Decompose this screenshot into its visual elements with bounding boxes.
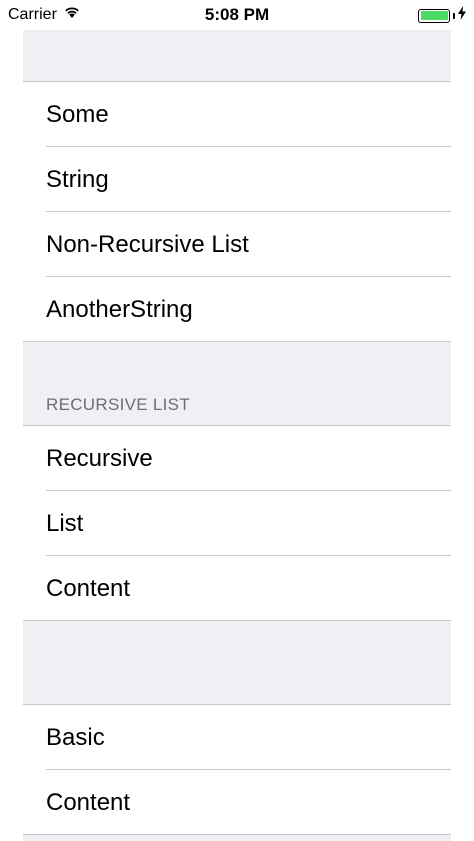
table-row[interactable]: Basic xyxy=(23,705,451,770)
battery-icon xyxy=(418,8,450,23)
grouped-table: Some String Non-Recursive List AnotherSt… xyxy=(23,30,451,841)
cell-label: List xyxy=(46,509,84,537)
table-row[interactable]: Content xyxy=(23,556,451,621)
table-row[interactable]: Recursive xyxy=(23,426,451,491)
cell-label: Content xyxy=(46,788,131,816)
table-row[interactable]: Non-Recursive List xyxy=(23,212,451,277)
cell-label: String xyxy=(46,165,109,193)
status-bar: Carrier 5:08 PM xyxy=(0,0,474,30)
section-header-title: RECURSIVE LIST xyxy=(46,395,191,414)
cell-label: Non-Recursive List xyxy=(46,230,249,258)
battery-level xyxy=(420,11,448,20)
row-separator xyxy=(23,834,451,835)
section-header-1 xyxy=(23,30,451,82)
status-right xyxy=(418,6,466,25)
battery-tip xyxy=(453,12,455,19)
cell-label: Recursive xyxy=(46,444,153,472)
table-row[interactable]: Content xyxy=(23,770,451,835)
bolt-icon xyxy=(458,6,466,25)
table-row[interactable]: AnotherString xyxy=(23,277,451,342)
cell-label: AnotherString xyxy=(46,295,193,323)
section-header-2: RECURSIVE LIST xyxy=(23,342,451,426)
table-row[interactable]: List xyxy=(23,491,451,556)
cell-label: Basic xyxy=(46,723,105,751)
cell-label: Content xyxy=(46,574,131,602)
table-row[interactable]: Some xyxy=(23,82,451,147)
section-header-3 xyxy=(23,621,451,705)
status-time: 5:08 PM xyxy=(204,5,270,24)
table-row[interactable]: String xyxy=(23,147,451,212)
cell-label: Some xyxy=(46,100,109,128)
